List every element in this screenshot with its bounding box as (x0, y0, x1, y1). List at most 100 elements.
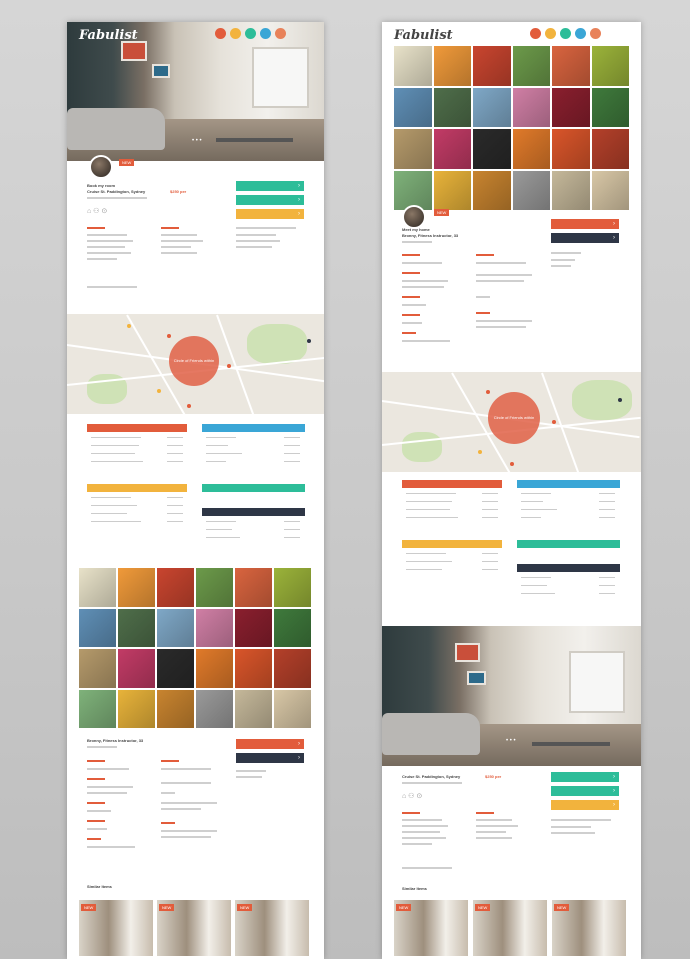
list-item[interactable] (517, 575, 620, 580)
photo-tile[interactable] (433, 170, 471, 210)
slider-dots[interactable]: • • • (506, 738, 516, 744)
book-button[interactable] (236, 195, 304, 205)
pinterest-icon[interactable] (215, 28, 226, 39)
list-item[interactable] (87, 459, 187, 464)
photo-tile[interactable] (512, 87, 550, 127)
list-item[interactable] (202, 435, 305, 440)
photo-tile[interactable] (274, 689, 311, 728)
list-item[interactable] (87, 435, 187, 440)
photo-tile[interactable] (118, 689, 155, 728)
circle-of-friends-radius[interactable]: Circle of Friends within (169, 336, 219, 386)
list-header-navy[interactable] (202, 508, 305, 516)
photo-tile[interactable] (118, 608, 155, 647)
similar-item-card[interactable]: NEW (394, 900, 468, 956)
photo-tile[interactable] (79, 608, 116, 647)
list-item[interactable] (402, 515, 502, 520)
similar-item-card[interactable]: NEW (79, 900, 153, 956)
photo-tile[interactable] (274, 608, 311, 647)
photo-tile[interactable] (394, 129, 432, 169)
photo-tile[interactable] (274, 649, 311, 688)
list-item[interactable] (402, 491, 502, 496)
slider-dots[interactable]: • • • (192, 138, 202, 144)
photo-tile[interactable] (196, 649, 233, 688)
list-item[interactable] (202, 535, 305, 540)
photo-tile[interactable] (512, 170, 550, 210)
map-pin[interactable] (486, 390, 490, 394)
photo-tile[interactable] (157, 689, 194, 728)
twitter-icon[interactable] (260, 28, 271, 39)
photo-tile[interactable] (274, 568, 311, 607)
list-header-green[interactable] (202, 484, 305, 492)
circle-of-friends-radius[interactable]: Circle of Friends within (488, 392, 540, 444)
photo-tile[interactable] (552, 170, 590, 210)
photo-tile[interactable] (196, 689, 233, 728)
photo-tile[interactable] (473, 87, 511, 127)
list-item[interactable] (517, 583, 620, 588)
list-item[interactable] (202, 443, 305, 448)
photo-tile[interactable] (473, 46, 511, 86)
map-pin[interactable] (227, 364, 231, 368)
contact-button[interactable] (551, 772, 619, 782)
list-header-yellow[interactable] (87, 484, 187, 492)
photo-tile[interactable] (196, 608, 233, 647)
map-pin[interactable] (157, 389, 161, 393)
google-plus-icon[interactable] (275, 28, 286, 39)
photo-tile[interactable] (235, 568, 272, 607)
map-pin[interactable] (307, 339, 311, 343)
list-item[interactable] (402, 551, 502, 556)
list-item[interactable] (517, 515, 620, 520)
photo-tile[interactable] (591, 170, 629, 210)
photo-tile[interactable] (433, 46, 471, 86)
photo-tile[interactable] (79, 649, 116, 688)
instagram-icon[interactable] (230, 28, 241, 39)
list-item[interactable] (202, 459, 305, 464)
list-header-blue[interactable] (517, 480, 620, 488)
list-header-red[interactable] (87, 424, 187, 432)
photo-tile[interactable] (79, 568, 116, 607)
photo-tile[interactable] (591, 129, 629, 169)
photo-tile[interactable] (157, 568, 194, 607)
photo-tile[interactable] (118, 568, 155, 607)
map-pin[interactable] (510, 462, 514, 466)
map-pin[interactable] (618, 398, 622, 402)
list-item[interactable] (87, 511, 187, 516)
favourite-button[interactable] (551, 800, 619, 810)
avatar[interactable] (89, 155, 113, 179)
list-item[interactable] (87, 519, 187, 524)
message-button[interactable] (236, 753, 304, 763)
list-item[interactable] (87, 495, 187, 500)
list-item[interactable] (87, 443, 187, 448)
photo-tile[interactable] (591, 87, 629, 127)
list-header-red[interactable] (402, 480, 502, 488)
photo-tile[interactable] (235, 689, 272, 728)
brand-logo[interactable]: Fabulist (394, 28, 453, 43)
photo-tile[interactable] (235, 608, 272, 647)
map-pin[interactable] (478, 450, 482, 454)
book-button[interactable] (551, 786, 619, 796)
map-pin[interactable] (187, 404, 191, 408)
list-item[interactable] (87, 503, 187, 508)
list-header-blue[interactable] (202, 424, 305, 432)
similar-item-card[interactable]: NEW (235, 900, 309, 956)
list-item[interactable] (517, 591, 620, 596)
photo-tile[interactable] (79, 689, 116, 728)
facebook-icon[interactable] (560, 28, 571, 39)
photo-tile[interactable] (552, 87, 590, 127)
instagram-icon[interactable] (545, 28, 556, 39)
list-header-navy[interactable] (517, 564, 620, 572)
photo-tile[interactable] (394, 87, 432, 127)
list-item[interactable] (517, 491, 620, 496)
photo-tile[interactable] (433, 87, 471, 127)
neighbourhood-map[interactable]: Circle of Friends within (67, 314, 324, 414)
photo-tile[interactable] (235, 649, 272, 688)
message-button[interactable] (551, 233, 619, 243)
photo-tile[interactable] (473, 129, 511, 169)
list-item[interactable] (402, 559, 502, 564)
photo-tile[interactable] (433, 129, 471, 169)
contact-button[interactable] (236, 739, 304, 749)
photo-tile[interactable] (157, 608, 194, 647)
photo-tile[interactable] (157, 649, 194, 688)
photo-tile[interactable] (118, 649, 155, 688)
google-plus-icon[interactable] (590, 28, 601, 39)
contact-button[interactable] (236, 181, 304, 191)
